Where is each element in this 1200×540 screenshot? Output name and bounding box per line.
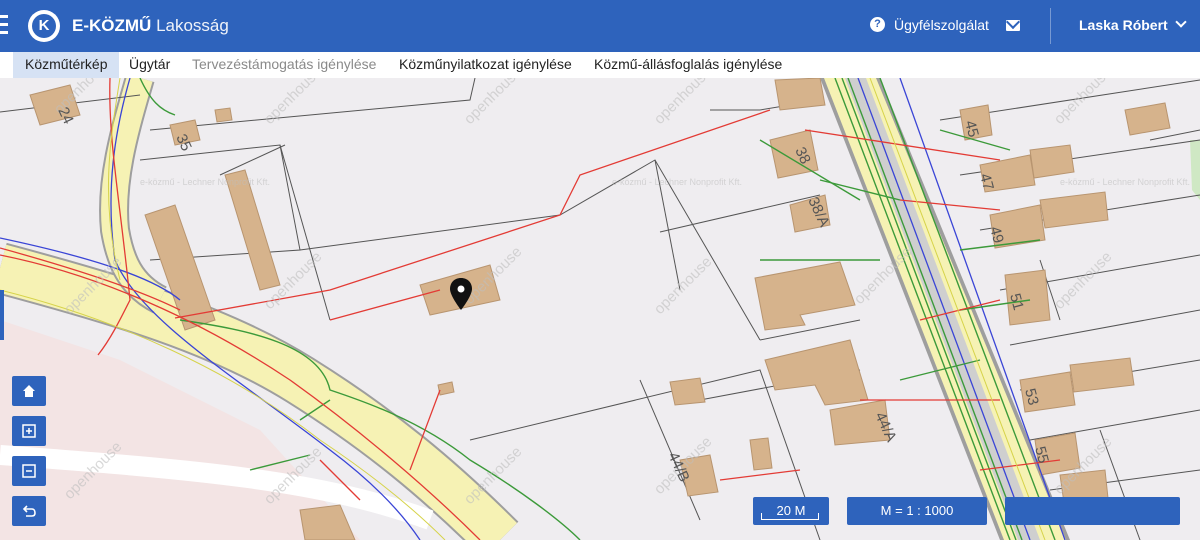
scale-indicator: 20 M (753, 497, 829, 525)
logo[interactable]: K (28, 10, 60, 42)
zoom-out-button[interactable] (12, 456, 46, 486)
tab-tervezestamogatas: Tervezéstámogatás igénylése (192, 56, 377, 72)
logo-letter: K (32, 14, 56, 38)
scale-ratio[interactable]: M = 1 : 1000 (847, 497, 987, 525)
app-root: K E-KÖZMŰ Lakosság ? Ügyfélszolgálat Las… (0, 0, 1200, 540)
side-panel-toggle[interactable] (0, 290, 4, 340)
provider-watermark: e-közmű - Lechner Nonprofit Kft. (140, 177, 270, 187)
support-link[interactable]: Ügyfélszolgálat (894, 17, 989, 33)
utility-map[interactable]: openhouse openhouse openhouse openhouse … (0, 78, 1200, 540)
tab-kozmuterkep[interactable]: Közműtérkép (13, 52, 120, 78)
tab-kozmunyilatkozat[interactable]: Közműnyilatkozat igénylése (387, 52, 584, 78)
provider-watermark: e-közmű - Lechner Nonprofit Kft. (612, 177, 742, 187)
main-nav: Közműtérkép Ügytár Tervezéstámogatás igé… (0, 52, 1200, 78)
mail-icon[interactable] (1006, 20, 1020, 31)
provider-watermark: e-közmű - Lechner Nonprofit Kft. (1060, 177, 1190, 187)
scale-bar (761, 513, 819, 520)
undo-icon (12, 496, 46, 526)
user-menu[interactable]: Laska Róbert (1079, 17, 1168, 33)
zoom-in-icon (12, 416, 46, 446)
brand-name: E-KÖZMŰ (72, 16, 152, 35)
tab-kozmu-allasfoglalas[interactable]: Közmű-állásfoglalás igénylése (582, 52, 794, 78)
menu-icon[interactable] (0, 15, 8, 37)
tab-ugytar[interactable]: Ügytár (117, 52, 182, 78)
home-icon (12, 376, 46, 406)
map-canvas[interactable]: openhouse openhouse openhouse openhouse … (0, 78, 1200, 540)
top-bar: K E-KÖZMŰ Lakosság ? Ügyfélszolgálat Las… (0, 0, 1200, 52)
zoom-in-button[interactable] (12, 416, 46, 446)
back-button[interactable] (12, 496, 46, 526)
help-icon[interactable]: ? (870, 17, 885, 32)
app-title: E-KÖZMŰ Lakosság (72, 16, 229, 36)
header-divider (1050, 8, 1051, 44)
brand-subtitle: Lakosság (156, 16, 229, 35)
chevron-down-icon[interactable] (1175, 16, 1187, 28)
zoom-out-icon (12, 456, 46, 486)
map-info-panel[interactable] (1005, 497, 1180, 525)
home-button[interactable] (12, 376, 46, 406)
